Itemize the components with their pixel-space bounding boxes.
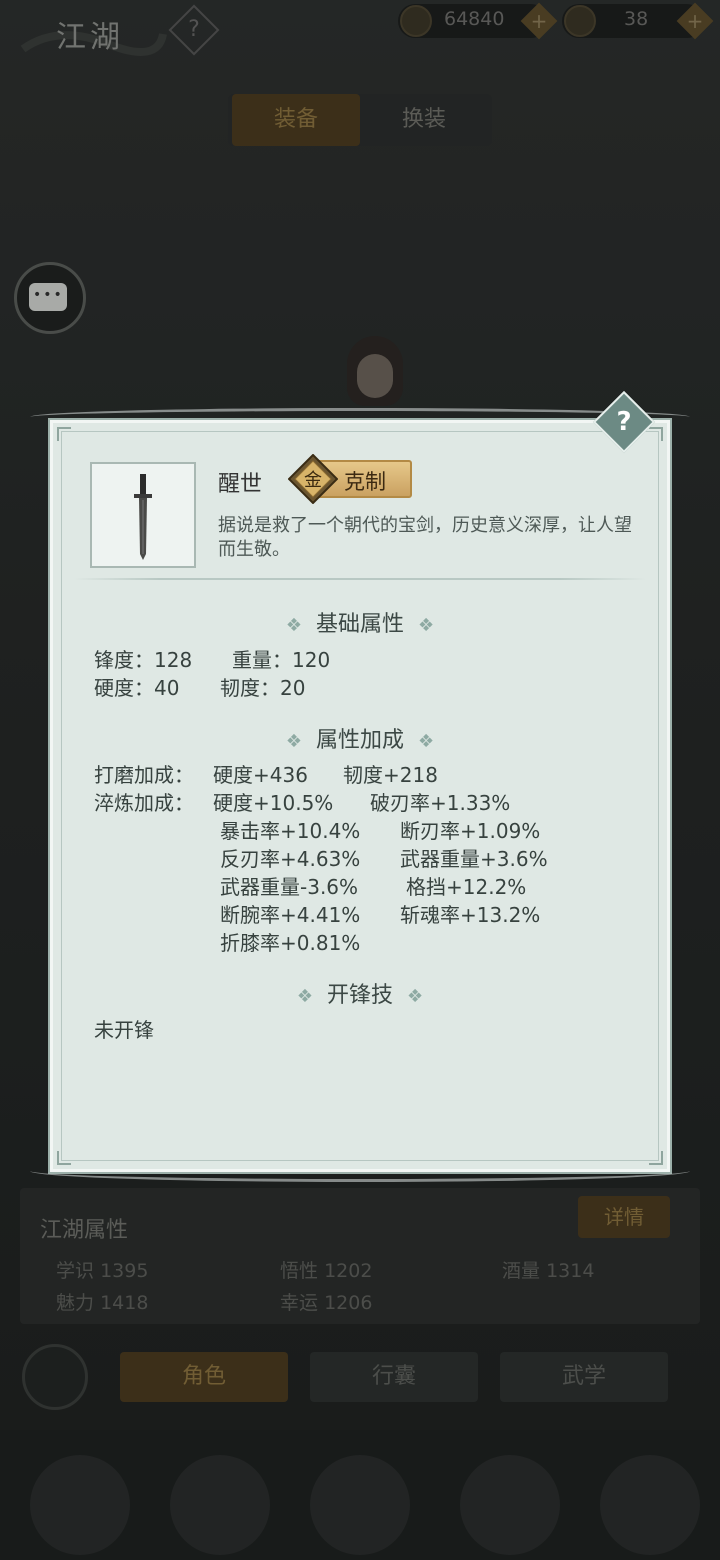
attr-sharpness: 锋度：128 bbox=[94, 648, 193, 672]
ornament-icon: ❖ bbox=[296, 986, 313, 1007]
ornament-icon: ❖ bbox=[285, 731, 302, 752]
blade-skill-title: ❖ 开锋技 ❖ bbox=[296, 983, 424, 1008]
base-attributes-title: ❖ 基础属性 ❖ bbox=[285, 612, 435, 637]
tempering-bonus: 断刃率+1.09% bbox=[400, 819, 541, 843]
attr-toughness: 韧度：20 bbox=[220, 676, 306, 700]
divider bbox=[74, 578, 646, 580]
ornament-icon: ❖ bbox=[418, 615, 435, 636]
tag-label: 克制 bbox=[344, 470, 386, 494]
tempering-bonus: 暴击率+10.4% bbox=[220, 819, 361, 843]
question-icon: ? bbox=[616, 407, 632, 437]
ornament-icon: ❖ bbox=[407, 986, 424, 1007]
grinding-bonus: 硬度+436 bbox=[213, 763, 308, 787]
item-name: 醒世 bbox=[218, 472, 263, 497]
ornament-icon: ❖ bbox=[418, 731, 435, 752]
grinding-bonus: 韧度+218 bbox=[343, 763, 438, 787]
blade-skill-content: 未开锋 bbox=[94, 1018, 154, 1042]
tempering-bonus: 斩魂率+13.2% bbox=[400, 903, 541, 927]
svg-text:金: 金 bbox=[304, 470, 322, 491]
item-description: 据说是救了一个朝代的宝剑，历史意义深厚，让人望而生敬。 bbox=[218, 515, 632, 560]
tempering-bonus: 硬度+10.5% bbox=[213, 791, 334, 815]
tempering-bonus: 格挡+12.2% bbox=[406, 875, 527, 899]
counter-tag: 金 克制 bbox=[284, 454, 414, 504]
modal-decoration-bottom bbox=[30, 1160, 690, 1182]
tempering-bonus: 武器重量+3.6% bbox=[400, 847, 548, 871]
ornament-icon: ❖ bbox=[285, 615, 302, 636]
tempering-bonus: 破刃率+1.33% bbox=[370, 791, 511, 815]
attr-weight: 重量：120 bbox=[232, 648, 331, 672]
bonus-attributes-title: ❖ 属性加成 ❖ bbox=[285, 728, 435, 753]
tempering-bonus: 折膝率+0.81% bbox=[220, 931, 361, 955]
metal-element-icon: 金 bbox=[288, 454, 338, 504]
tempering-bonus: 反刃率+4.63% bbox=[220, 847, 361, 871]
grinding-label: 打磨加成： bbox=[94, 763, 194, 787]
tempering-label: 淬炼加成： bbox=[94, 791, 194, 815]
item-thumbnail bbox=[90, 462, 196, 568]
attr-hardness: 硬度：40 bbox=[94, 676, 180, 700]
tempering-bonus: 断腕率+4.41% bbox=[220, 903, 361, 927]
tempering-bonus: 武器重量-3.6% bbox=[220, 875, 359, 899]
sword-icon bbox=[134, 474, 152, 560]
